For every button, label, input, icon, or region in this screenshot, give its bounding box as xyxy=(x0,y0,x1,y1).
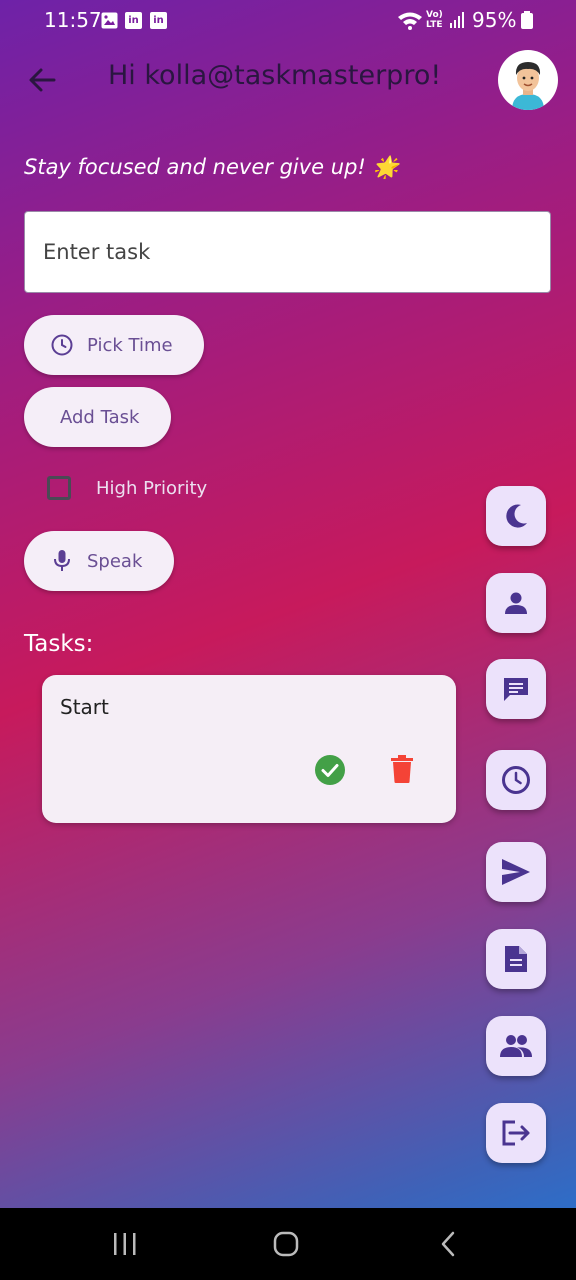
tasks-heading: Tasks: xyxy=(24,631,94,657)
linkedin-icon: in xyxy=(125,12,142,29)
motivation-quote: Stay focused and never give up! 🌟 xyxy=(24,155,399,179)
recents-button[interactable] xyxy=(112,1232,138,1260)
system-back-button[interactable] xyxy=(438,1230,458,1262)
arrow-left-icon xyxy=(29,68,56,92)
logout-button[interactable] xyxy=(486,1103,546,1163)
back-button[interactable] xyxy=(26,64,58,96)
wifi-icon xyxy=(397,11,423,34)
avatar[interactable] xyxy=(498,50,558,110)
team-button[interactable] xyxy=(486,1016,546,1076)
recents-icon xyxy=(114,1233,136,1255)
high-priority-label: High Priority xyxy=(96,478,208,499)
status-bar: 11:57 in in Vo) LTE 95% xyxy=(0,0,576,40)
chat-icon xyxy=(504,678,528,701)
dark-mode-button[interactable] xyxy=(486,486,546,546)
back-icon xyxy=(441,1231,455,1257)
page-title: Hi kolla@taskmasterpro! xyxy=(108,60,442,91)
speak-button[interactable]: Speak xyxy=(24,531,174,591)
battery-percent: 95% xyxy=(472,8,517,32)
trash-icon xyxy=(391,755,413,783)
status-time: 11:57 xyxy=(44,8,102,32)
microphone-icon xyxy=(54,550,70,571)
signal-icon xyxy=(449,12,465,32)
home-icon xyxy=(273,1231,299,1257)
clock-icon xyxy=(51,334,73,356)
moon-icon xyxy=(506,504,527,528)
group-icon xyxy=(500,1035,532,1057)
speak-label: Speak xyxy=(87,550,143,572)
high-priority-checkbox[interactable] xyxy=(47,476,71,500)
add-task-button[interactable]: Add Task xyxy=(24,387,171,447)
history-button[interactable] xyxy=(486,750,546,810)
add-task-label: Add Task xyxy=(60,406,140,428)
gallery-icon xyxy=(101,12,118,29)
clock-icon xyxy=(502,766,530,794)
task-card: Start xyxy=(42,675,456,823)
profile-button[interactable] xyxy=(486,573,546,633)
pick-time-button[interactable]: Pick Time xyxy=(24,315,204,375)
send-button[interactable] xyxy=(486,842,546,902)
system-nav-bar xyxy=(0,1208,576,1280)
linkedin-icon: in xyxy=(150,12,167,29)
home-button[interactable] xyxy=(273,1231,299,1261)
logout-icon xyxy=(502,1120,530,1146)
pick-time-label: Pick Time xyxy=(87,334,173,356)
delete-task-button[interactable] xyxy=(391,755,413,783)
task-input[interactable] xyxy=(24,211,551,293)
task-title: Start xyxy=(60,695,109,719)
send-icon xyxy=(502,859,530,885)
check-circle-icon xyxy=(315,755,345,785)
document-icon xyxy=(505,946,527,972)
battery-icon xyxy=(521,11,533,33)
document-button[interactable] xyxy=(486,929,546,989)
complete-task-button[interactable] xyxy=(315,755,345,785)
person-icon xyxy=(505,592,527,614)
volte-icon: Vo) LTE xyxy=(426,10,443,30)
chat-button[interactable] xyxy=(486,659,546,719)
